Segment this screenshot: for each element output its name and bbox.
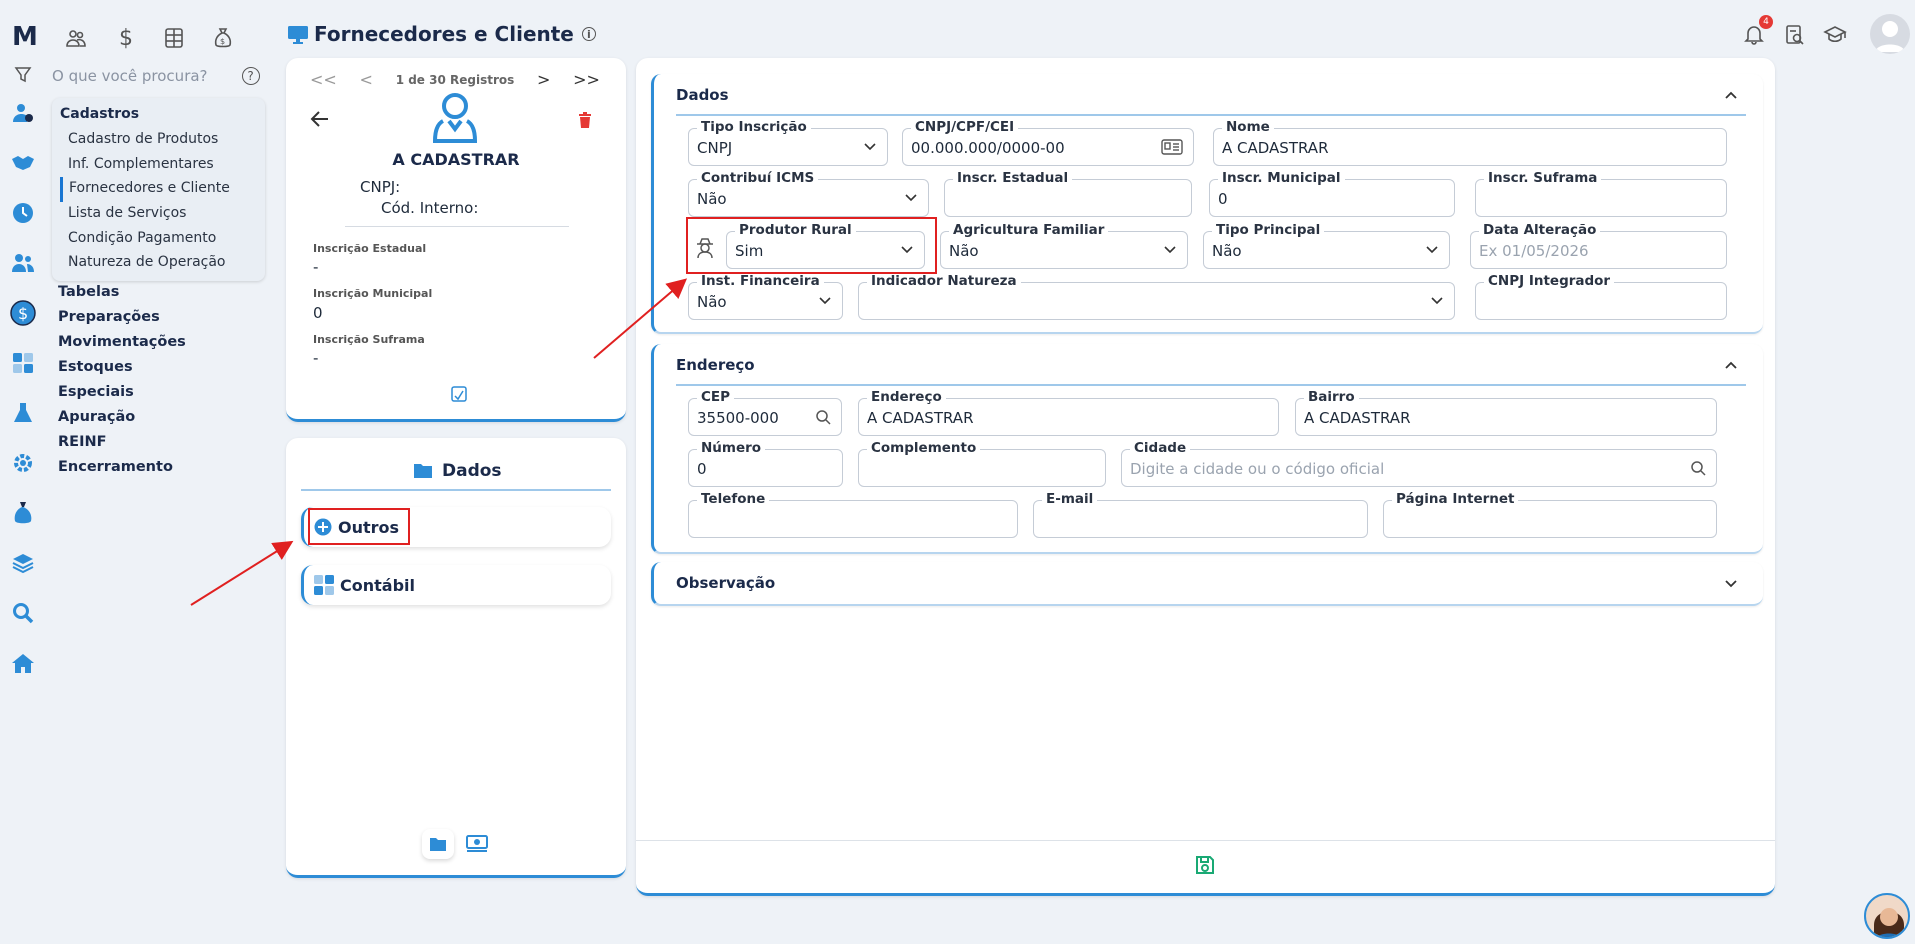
assistant-avatar[interactable]	[1864, 893, 1910, 939]
annotation-arrows	[190, 278, 688, 606]
